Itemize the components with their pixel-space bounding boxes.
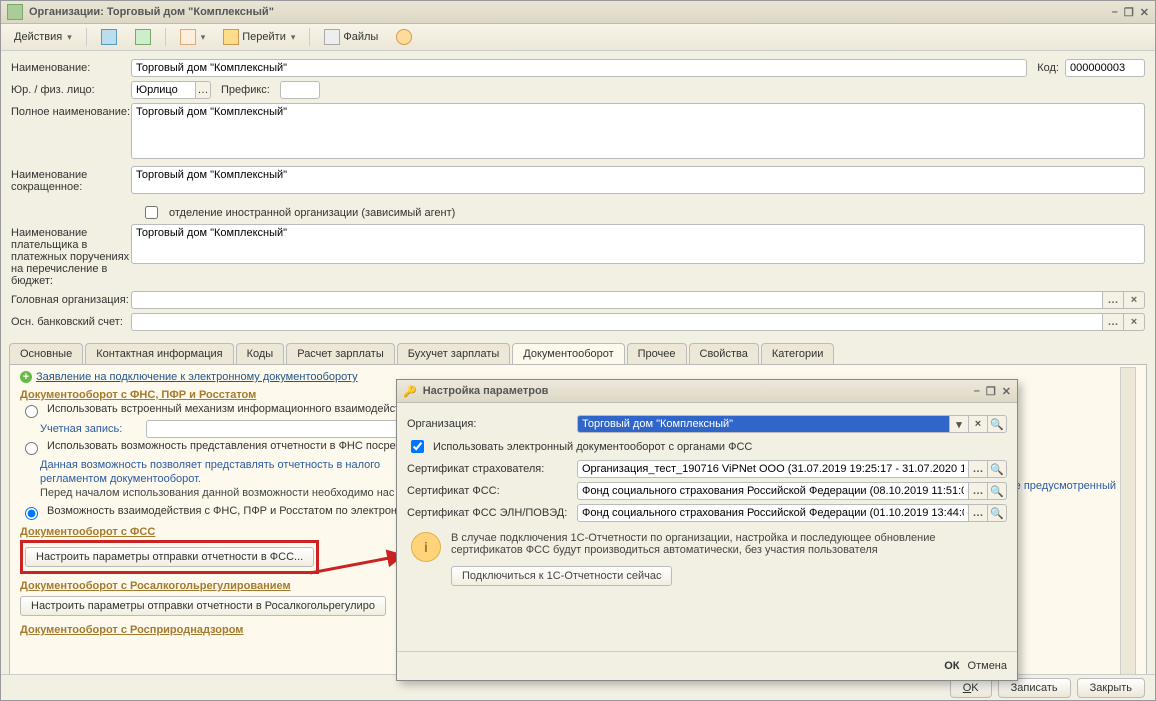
name-label: Наименование: [11, 59, 131, 74]
foreign-branch-label: отделение иностранной организации (завис… [169, 207, 455, 219]
dialog-footer: ОК Отмена [397, 651, 1017, 680]
use-edoc-label: Использовать электронный документооборот… [433, 441, 752, 453]
apply-link[interactable]: Заявление на подключение к электронному … [36, 371, 358, 383]
close-button[interactable]: ✕ [1140, 6, 1149, 19]
dialog-close[interactable]: ✕ [1002, 385, 1011, 398]
highlight-box: Настроить параметры отправки отчетности … [20, 540, 319, 574]
cert-fss-label: Сертификат ФСС: [407, 485, 577, 497]
info-extra-text: не предусмотренный [1009, 480, 1116, 492]
scrollbar[interactable] [1120, 367, 1136, 685]
payer-label: Наименование плательщика в платежных пор… [11, 224, 131, 287]
fullname-input[interactable] [131, 103, 1145, 159]
close-form-button[interactable]: Закрыть [1077, 678, 1145, 698]
account-label: Учетная запись: [40, 423, 140, 435]
help-icon[interactable] [389, 26, 419, 48]
cert-fss-input[interactable] [577, 482, 969, 500]
dialog-org-label: Организация: [407, 418, 577, 430]
tab-other[interactable]: Прочее [627, 343, 687, 364]
refresh-icon[interactable] [128, 26, 158, 48]
dialog-cancel-button[interactable]: Отмена [968, 660, 1007, 672]
toolbar: Действия▾ ▾ Перейти▾ Файлы [1, 24, 1155, 51]
cert-eln-select[interactable]: … [969, 504, 988, 522]
payer-input[interactable] [131, 224, 1145, 264]
minimize-button[interactable]: – [1112, 6, 1118, 19]
actions-menu[interactable]: Действия▾ [7, 28, 79, 46]
bank-select-button[interactable]: … [1103, 313, 1124, 331]
foreign-branch-checkbox[interactable] [145, 206, 158, 219]
cert-insurer-label: Сертификат страхователя: [407, 463, 577, 475]
type-select[interactable] [131, 81, 196, 99]
cert-eln-label: Сертификат ФСС ЭЛН/ПОВЭД: [407, 507, 577, 519]
dialog-maximize[interactable]: ❐ [986, 385, 996, 398]
prefix-input[interactable] [280, 81, 320, 99]
configure-alko-button[interactable]: Настроить параметры отправки отчетности … [20, 596, 386, 616]
configure-fss-button[interactable]: Настроить параметры отправки отчетности … [25, 547, 314, 567]
cert-fss-search[interactable]: 🔍 [988, 482, 1007, 500]
window-title: Организации: Торговый дом "Комплексный" [29, 6, 274, 18]
head-org-label: Головная организация: [11, 291, 131, 306]
tab-contact[interactable]: Контактная информация [85, 343, 233, 364]
shortname-label: Наименование сокращенное: [11, 166, 131, 193]
radio-electronic-label: Возможность взаимодействия с ФНС, ПФР и … [47, 505, 403, 517]
tab-bar: Основные Контактная информация Коды Расч… [1, 343, 1155, 364]
goto-menu[interactable]: Перейти▾ [216, 26, 302, 48]
files-button[interactable]: Файлы [317, 26, 385, 48]
app-icon [7, 4, 23, 20]
key-icon: 🔑 [403, 385, 417, 398]
bank-label: Осн. банковский счет: [11, 313, 131, 328]
cert-insurer-search[interactable]: 🔍 [988, 460, 1007, 478]
prefix-label: Префикс: [221, 84, 270, 96]
tab-categories[interactable]: Категории [761, 343, 835, 364]
radio-fns-proxy[interactable] [25, 442, 38, 455]
bank-clear-button[interactable]: × [1124, 313, 1145, 331]
type-label: Юр. / физ. лицо: [11, 81, 131, 96]
cert-insurer-select[interactable]: … [969, 460, 988, 478]
tab-main[interactable]: Основные [9, 343, 83, 364]
plus-icon: + [20, 371, 32, 383]
dialog-org-search[interactable]: 🔍 [988, 415, 1007, 433]
radio-electronic[interactable] [25, 507, 38, 520]
cert-eln-search[interactable]: 🔍 [988, 504, 1007, 522]
shortname-input[interactable] [131, 166, 1145, 194]
info-text: В случае подключения 1С-Отчетности по ор… [451, 532, 1003, 556]
dialog-titlebar: 🔑 Настройка параметров – ❐ ✕ [397, 380, 1017, 403]
tab-properties[interactable]: Свойства [689, 343, 759, 364]
cert-fss-select[interactable]: … [969, 482, 988, 500]
cert-eln-input[interactable] [577, 504, 969, 522]
bank-input[interactable] [131, 313, 1103, 331]
main-window: Организации: Торговый дом "Комплексный" … [0, 0, 1156, 701]
titlebar: Организации: Торговый дом "Комплексный" … [1, 1, 1155, 24]
type-select-button[interactable]: … [196, 81, 211, 99]
dialog-minimize[interactable]: – [974, 385, 980, 398]
tab-salary[interactable]: Расчет зарплаты [286, 343, 395, 364]
code-input[interactable] [1065, 59, 1145, 77]
cert-insurer-input[interactable] [577, 460, 969, 478]
fullname-label: Полное наименование: [11, 103, 131, 118]
dialog-title: Настройка параметров [423, 385, 549, 397]
dialog-org-dropdown[interactable]: ▾ [950, 415, 969, 433]
form-area: Наименование: Код: Юр. / физ. лицо: … Пр… [1, 51, 1155, 343]
save-icon[interactable] [94, 26, 124, 48]
code-label: Код: [1037, 62, 1059, 74]
dialog-org-clear[interactable]: × [969, 415, 988, 433]
head-org-select-button[interactable]: … [1103, 291, 1124, 309]
dialog-ok-button[interactable]: ОК [944, 660, 959, 672]
name-input[interactable] [131, 59, 1027, 77]
head-org-clear-button[interactable]: × [1124, 291, 1145, 309]
use-edoc-checkbox[interactable] [411, 440, 424, 453]
ok-button-rest: K [971, 682, 978, 694]
maximize-button[interactable]: ❐ [1124, 6, 1134, 19]
radio-fns-proxy-label: Использовать возможность представления о… [47, 440, 396, 452]
settings-dialog: 🔑 Настройка параметров – ❐ ✕ Организация… [396, 379, 1018, 681]
dialog-org-input[interactable] [577, 415, 950, 433]
tab-codes[interactable]: Коды [236, 343, 285, 364]
info-icon: i [411, 532, 441, 562]
radio-builtin-label: Использовать встроенный механизм информа… [47, 403, 400, 415]
head-org-input[interactable] [131, 291, 1103, 309]
radio-builtin[interactable] [25, 405, 38, 418]
doc-icon[interactable]: ▾ [173, 26, 213, 48]
tab-accounting[interactable]: Бухучет зарплаты [397, 343, 511, 364]
connect-button[interactable]: Подключиться к 1С-Отчетности сейчас [451, 566, 672, 586]
tab-edoc[interactable]: Документооборот [512, 343, 624, 364]
